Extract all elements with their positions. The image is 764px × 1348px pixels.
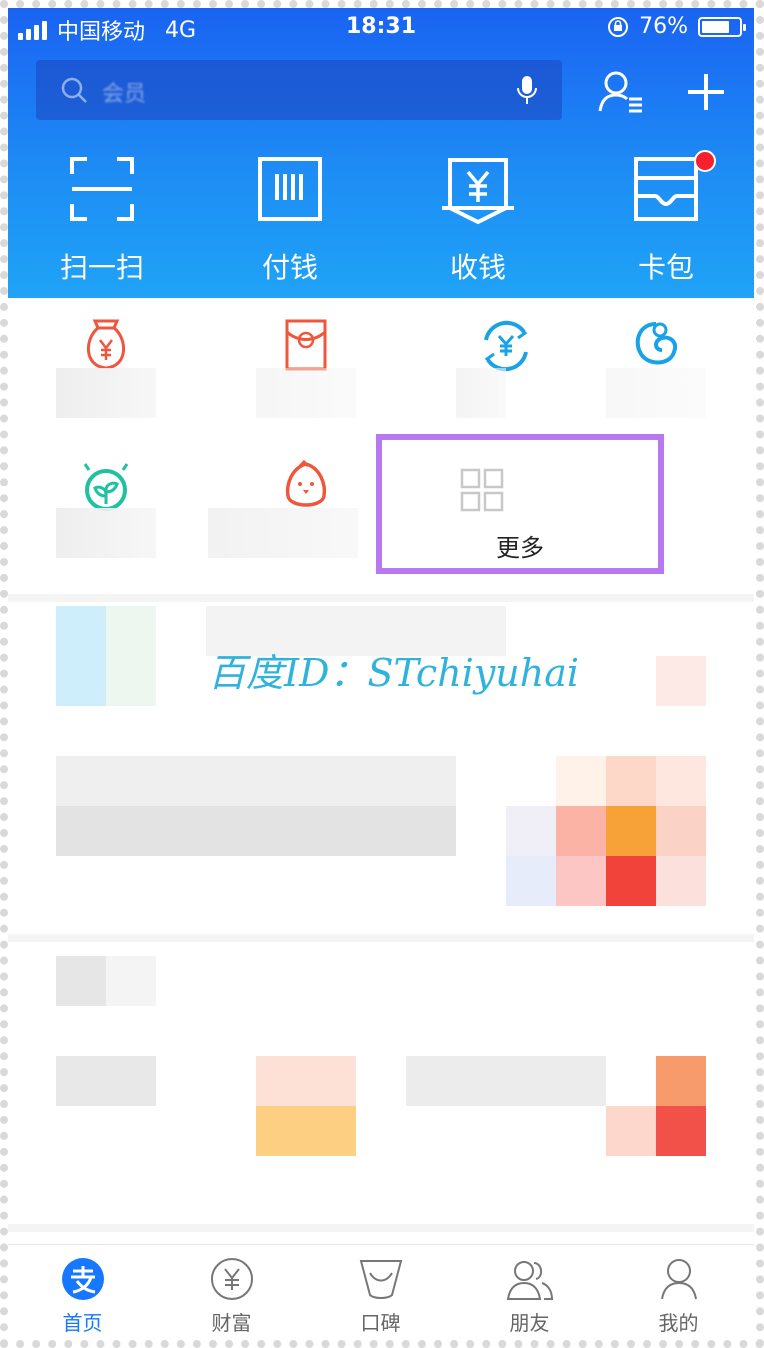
tab-friends[interactable]: 朋友: [455, 1245, 604, 1340]
yuan-receive-icon: [442, 158, 514, 225]
quick-action-label: 付钱: [261, 251, 318, 284]
service-label-blurred: [606, 368, 706, 418]
blurred-tile: [556, 756, 606, 806]
yuan-circle-icon: [210, 1258, 253, 1300]
search-bar[interactable]: 会员: [36, 60, 562, 120]
red-envelope-icon: [285, 319, 327, 371]
service-label-blurred: [456, 368, 506, 418]
app-header: 中国移动 4G 18:31 76% 会员 扫一扫 付钱 收钱 卡包: [8, 8, 754, 298]
blurred-tile: [606, 756, 656, 806]
blurred-tile: [606, 806, 656, 856]
blurred-tile: [656, 656, 706, 706]
alipay-home-icon: [61, 1258, 104, 1300]
contacts-icon: [598, 71, 642, 113]
sprout-icon: [83, 463, 129, 511]
tab-label: 口碑: [360, 1311, 401, 1335]
search-placeholder: 会员: [102, 82, 147, 107]
blurred-tile: [406, 1056, 606, 1106]
service-label-blurred: [56, 368, 156, 418]
tab-label: 财富: [211, 1311, 252, 1335]
friends-icon: [506, 1261, 553, 1300]
yuan-exchange-icon: [484, 320, 528, 372]
quick-action-receive[interactable]: 收钱: [384, 148, 572, 288]
tab-label: 我的: [658, 1311, 699, 1335]
blurred-tile: [606, 1106, 656, 1156]
watermark-text: 百度ID：STchiyuhai: [208, 651, 580, 695]
blurred-tile: [656, 806, 706, 856]
blurred-tile: [506, 856, 556, 906]
service-label-blurred: [56, 508, 156, 558]
scan-icon: [70, 157, 134, 221]
status-bar: 中国移动 4G 18:31 76%: [8, 8, 754, 48]
blurred-tile: [56, 1056, 156, 1106]
section-divider: [8, 934, 754, 942]
more-label: 更多: [496, 534, 544, 562]
quick-action-label: 扫一扫: [59, 251, 144, 284]
money-bag-icon: [86, 319, 126, 370]
blurred-tile: [556, 856, 606, 906]
quick-action-cards[interactable]: 卡包: [572, 148, 754, 288]
quick-action-pay[interactable]: 付钱: [196, 148, 384, 288]
service-label-blurred: [208, 508, 358, 558]
blurred-tile: [656, 1106, 706, 1156]
blurred-tile: [56, 606, 106, 706]
blurred-tile: [106, 606, 156, 706]
notification-badge: [694, 150, 716, 172]
battery-fill: [702, 20, 730, 33]
tab-profile[interactable]: 我的: [604, 1245, 753, 1340]
barcode-icon: [258, 157, 322, 221]
search-icon: [61, 77, 87, 103]
add-button[interactable]: [680, 66, 732, 118]
blurred-tile: [656, 1056, 706, 1106]
profile-icon: [660, 1259, 697, 1300]
blurred-tile: [656, 756, 706, 806]
tab-home[interactable]: 首页: [8, 1245, 157, 1340]
grid-icon: [460, 468, 504, 512]
blurred-tile: [56, 956, 106, 1006]
tab-koubei[interactable]: 口碑: [306, 1245, 455, 1340]
blurred-tile: [106, 956, 156, 1006]
ant-icon: [635, 322, 677, 365]
quick-action-scan[interactable]: 扫一扫: [8, 148, 196, 288]
bottom-tab-bar: 首页 财富 口碑 朋友 我的: [8, 1244, 754, 1340]
koubei-icon: [359, 1260, 402, 1299]
quick-action-label: 收钱: [449, 251, 506, 284]
contacts-button[interactable]: [596, 66, 648, 118]
blurred-tile: [506, 806, 556, 856]
blurred-tile: [556, 806, 606, 856]
battery-percent: 76%: [639, 14, 688, 39]
more-services-button[interactable]: 更多: [376, 434, 664, 574]
blurred-tile: [256, 1056, 356, 1106]
chick-icon: [285, 460, 327, 507]
phone-screen: 中国移动 4G 18:31 76% 会员 扫一扫 付钱 收钱 卡包 更多 百度I…: [8, 8, 754, 1340]
microphone-icon[interactable]: [516, 74, 538, 106]
blurred-tile: [56, 806, 456, 856]
tab-label: 首页: [62, 1311, 103, 1335]
plus-icon: [688, 74, 724, 110]
quick-action-label: 卡包: [637, 251, 694, 284]
blurred-tile: [256, 1106, 356, 1156]
rotation-lock-icon: [608, 16, 629, 37]
battery-icon: [698, 16, 746, 37]
section-divider: [8, 1224, 754, 1232]
tab-label: 朋友: [509, 1311, 550, 1335]
blurred-tile: [656, 856, 706, 906]
service-label-blurred: [256, 368, 356, 418]
card-wallet-icon: [634, 157, 698, 221]
blurred-tile: [606, 856, 656, 906]
tab-wealth[interactable]: 财富: [157, 1245, 306, 1340]
blurred-tile: [56, 756, 456, 806]
section-divider: [8, 594, 754, 602]
